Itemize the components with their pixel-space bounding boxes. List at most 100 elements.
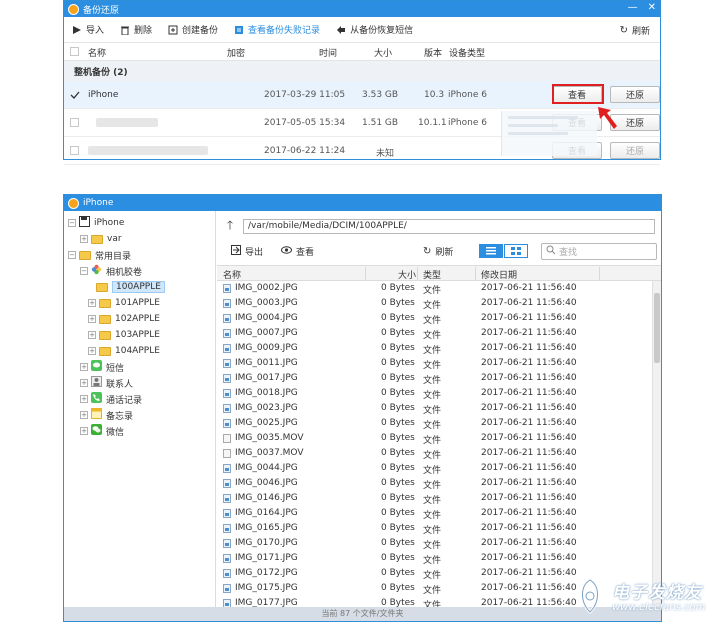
export-button[interactable]: 导出 <box>231 245 263 258</box>
file-size: 0 Bytes <box>381 598 415 607</box>
backup-device: iPhone 6 <box>448 118 487 128</box>
file-size: 0 Bytes <box>381 493 415 503</box>
file-row[interactable]: IMG_0037.MOV 0 Bytes 文件 2017-06-21 11:56:40 <box>217 446 651 461</box>
tree-item-common[interactable]: − 常用目录 <box>68 248 131 262</box>
folder-icon <box>79 250 91 260</box>
backup-name: iPhone <box>88 90 119 100</box>
file-size: 0 Bytes <box>381 463 415 473</box>
file-row[interactable]: IMG_0165.JPG 0 Bytes 文件 2017-06-21 11:56:40 <box>217 521 651 536</box>
file-type: 文件 <box>423 571 442 581</box>
file-row[interactable]: IMG_0007.JPG 0 Bytes 文件 2017-06-21 11:56:40 <box>217 326 651 341</box>
close-button[interactable]: ✕ <box>648 2 656 13</box>
file-type: 文件 <box>423 541 442 551</box>
tree-item-104apple[interactable]: + 104APPLE <box>88 344 160 358</box>
file-size: 0 Bytes <box>381 448 415 458</box>
file-row[interactable]: IMG_0009.JPG 0 Bytes 文件 2017-06-21 11:56:40 <box>217 341 651 356</box>
minimize-button[interactable]: — <box>628 2 638 13</box>
file-row[interactable]: IMG_0017.JPG 0 Bytes 文件 2017-06-21 11:56:40 <box>217 371 651 386</box>
view-failed-records-button[interactable]: 查看备份失败记录 <box>234 23 320 36</box>
row-checkbox[interactable] <box>70 118 79 127</box>
search-input[interactable]: 查找 <box>541 243 657 260</box>
col-file-type[interactable]: 类型 <box>423 268 441 281</box>
tree-item-contacts[interactable]: + 联系人 <box>80 376 133 390</box>
tree-item-iphone[interactable]: − iPhone <box>68 216 124 230</box>
row-checkbox-checked[interactable] <box>70 90 80 103</box>
tree-item-var[interactable]: + var <box>80 232 122 246</box>
scroll-thumb[interactable] <box>654 293 660 363</box>
file-row[interactable]: IMG_0171.JPG 0 Bytes 文件 2017-06-21 11:56:40 <box>217 551 651 566</box>
file-size: 0 Bytes <box>381 328 415 338</box>
file-size: 0 Bytes <box>381 373 415 383</box>
file-name: IMG_0009.JPG <box>235 343 298 353</box>
backup-time: 2017-03-29 11:05 <box>264 90 346 100</box>
view-file-button[interactable]: 查看 <box>281 245 314 258</box>
grid-view-icon <box>511 247 521 255</box>
row-checkbox[interactable] <box>70 146 79 155</box>
contacts-icon <box>91 376 102 390</box>
select-all-checkbox[interactable] <box>70 47 79 56</box>
tree-item-sms[interactable]: + 短信 <box>80 360 124 374</box>
col-size[interactable]: 大小 <box>374 46 392 59</box>
up-arrow-icon[interactable]: 🡑 <box>223 216 237 237</box>
file-row[interactable]: IMG_0164.JPG 0 Bytes 文件 2017-06-21 11:56:40 <box>217 506 651 521</box>
file-row[interactable]: IMG_0018.JPG 0 Bytes 文件 2017-06-21 11:56:40 <box>217 386 651 401</box>
delete-button[interactable]: 删除 <box>120 23 152 36</box>
list-view-icon <box>486 247 496 255</box>
file-name: IMG_0011.JPG <box>235 358 298 368</box>
col-device-type[interactable]: 设备类型 <box>449 46 485 59</box>
file-size: 0 Bytes <box>381 478 415 488</box>
image-file-icon <box>223 599 231 607</box>
col-name[interactable]: 名称 <box>88 46 106 59</box>
file-size: 0 Bytes <box>381 553 415 563</box>
col-encrypt[interactable]: 加密 <box>227 46 245 59</box>
restore-sms-button[interactable]: 从备份恢复短信 <box>336 23 413 36</box>
refresh-files-button[interactable]: ↻ 刷新 <box>423 245 453 258</box>
col-modified-date[interactable]: 修改日期 <box>481 268 517 281</box>
app-logo-icon <box>68 3 79 15</box>
vertical-scrollbar[interactable] <box>652 281 661 607</box>
grid-view-button[interactable] <box>504 244 528 258</box>
save-icon <box>79 216 90 230</box>
tree-item-wechat[interactable]: + 微信 <box>80 424 124 438</box>
file-date: 2017-06-21 11:56:40 <box>481 373 577 383</box>
file-date: 2017-06-21 11:56:40 <box>481 508 577 518</box>
file-row[interactable]: IMG_0002.JPG 0 Bytes 文件 2017-06-21 11:56:40 <box>217 281 651 296</box>
tree-item-camera-roll[interactable]: − 相机胶卷 <box>80 264 142 278</box>
file-row[interactable]: IMG_0044.JPG 0 Bytes 文件 2017-06-21 11:56:40 <box>217 461 651 476</box>
file-type: 文件 <box>423 526 442 536</box>
file-size: 0 Bytes <box>381 403 415 413</box>
import-button[interactable]: 导入 <box>72 23 104 36</box>
wechat-icon <box>91 424 102 438</box>
path-input[interactable]: /var/mobile/Media/DCIM/100APPLE/ <box>243 218 655 234</box>
tree-item-103apple[interactable]: + 103APPLE <box>88 328 160 342</box>
col-time[interactable]: 时间 <box>319 46 337 59</box>
file-name: IMG_0046.JPG <box>235 478 298 488</box>
image-file-icon <box>223 344 231 353</box>
file-type: 文件 <box>423 511 442 521</box>
file-row[interactable]: IMG_0170.JPG 0 Bytes 文件 2017-06-21 11:56:40 <box>217 536 651 551</box>
file-row[interactable]: IMG_0025.JPG 0 Bytes 文件 2017-06-21 11:56:40 <box>217 416 651 431</box>
restore-button-disabled[interactable]: 还原 <box>610 142 660 159</box>
file-type: 文件 <box>423 421 442 431</box>
file-row[interactable]: IMG_0011.JPG 0 Bytes 文件 2017-06-21 11:56:40 <box>217 356 651 371</box>
restore-button[interactable]: 还原 <box>610 86 660 103</box>
col-version[interactable]: 版本 <box>424 46 442 59</box>
image-file-icon <box>223 314 231 323</box>
col-file-name[interactable]: 名称 <box>223 268 241 281</box>
file-row[interactable]: IMG_0046.JPG 0 Bytes 文件 2017-06-21 11:56:40 <box>217 476 651 491</box>
col-file-size[interactable]: 大小 <box>398 268 416 281</box>
refresh-button[interactable]: ↻ 刷新 <box>620 24 650 37</box>
file-row[interactable]: IMG_0003.JPG 0 Bytes 文件 2017-06-21 11:56:40 <box>217 296 651 311</box>
backup-size: 未知 <box>376 149 395 159</box>
file-row[interactable]: IMG_0035.MOV 0 Bytes 文件 2017-06-21 11:56:40 <box>217 431 651 446</box>
tree-item-call-log[interactable]: + 通话记录 <box>80 392 142 406</box>
file-row[interactable]: IMG_0004.JPG 0 Bytes 文件 2017-06-21 11:56:40 <box>217 311 651 326</box>
file-row[interactable]: IMG_0023.JPG 0 Bytes 文件 2017-06-21 11:56:40 <box>217 401 651 416</box>
create-backup-button[interactable]: 创建备份 <box>168 23 218 36</box>
tree-item-notes[interactable]: + 备忘录 <box>80 408 133 422</box>
tree-item-102apple[interactable]: + 102APPLE <box>88 312 160 326</box>
file-row[interactable]: IMG_0146.JPG 0 Bytes 文件 2017-06-21 11:56:40 <box>217 491 651 506</box>
list-view-button[interactable] <box>479 244 503 258</box>
tree-item-101apple[interactable]: + 101APPLE <box>88 296 160 310</box>
tree-item-100apple[interactable]: 100APPLE <box>96 280 165 294</box>
